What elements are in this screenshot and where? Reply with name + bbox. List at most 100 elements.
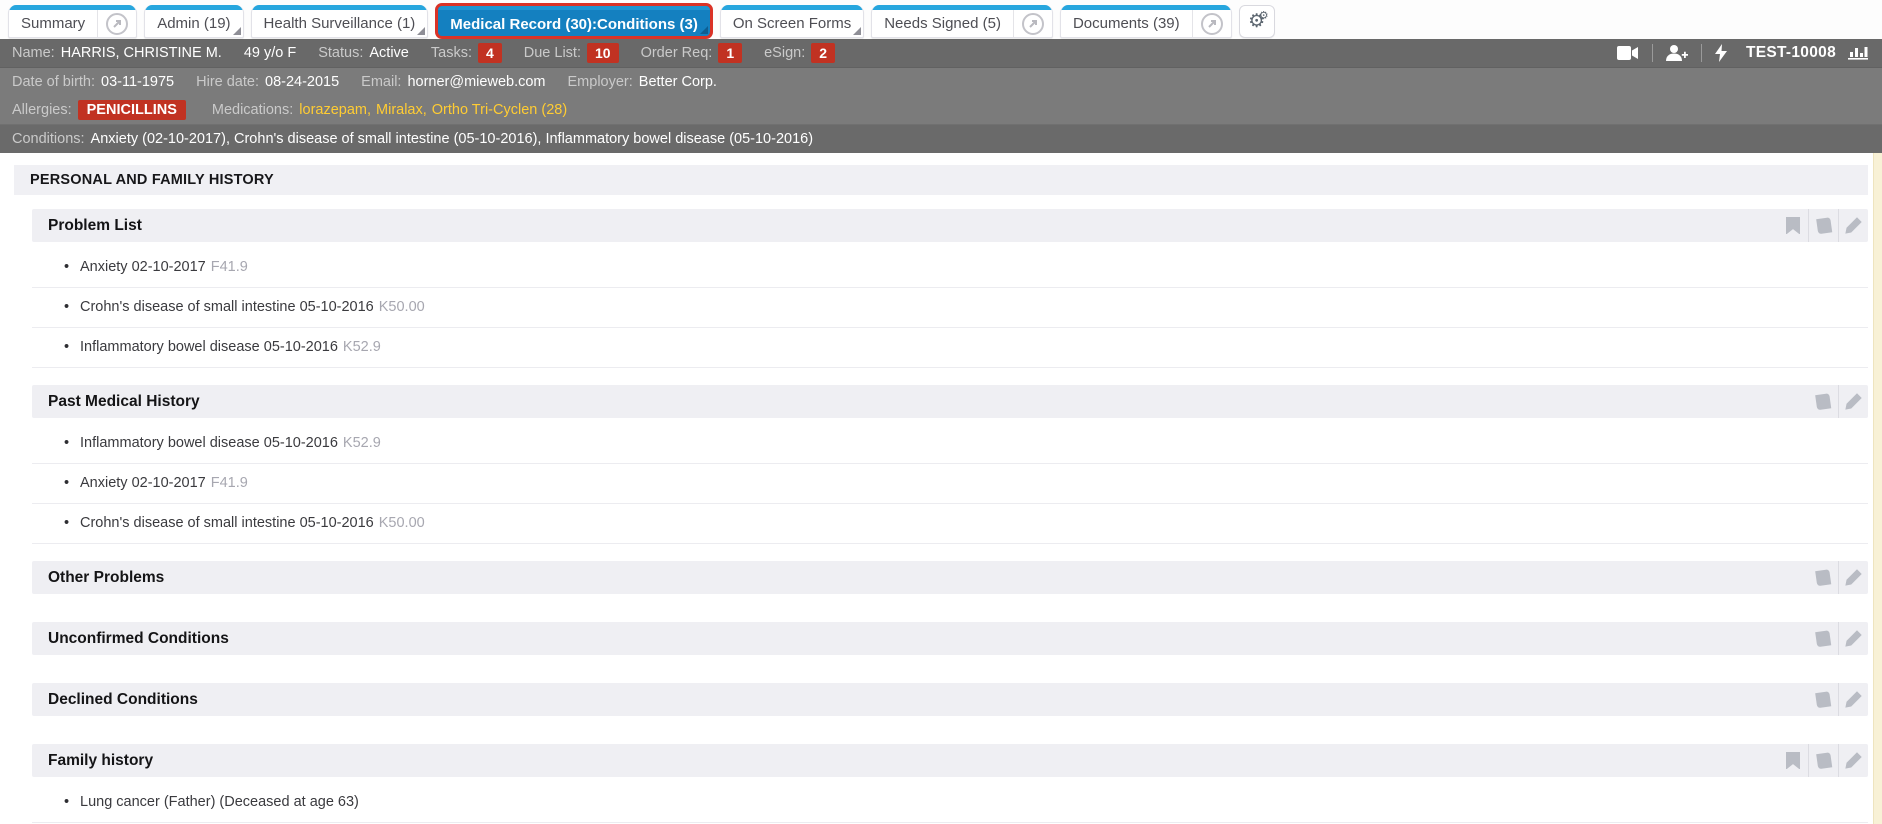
medication-link[interactable]: Miralax, [376, 102, 427, 118]
list-item[interactable]: Lung cancer (Father) (Deceased at age 63… [32, 783, 1868, 823]
patient-hire-date: 08-24-2015 [265, 74, 340, 90]
allergy-penicillins-badge[interactable]: PENICILLINS [77, 100, 186, 120]
patient-email: horner@mieweb.com [407, 74, 546, 90]
due-list-label: Due List: [523, 45, 581, 61]
quick-action-button[interactable] [1702, 44, 1740, 62]
journal-button[interactable] [1808, 209, 1838, 242]
section-title: Family history [48, 751, 154, 769]
list-item[interactable]: Inflammatory bowel disease 05-10-2016K52… [32, 424, 1868, 464]
tab-medical-record-conditions[interactable]: Medical Record (30):Conditions (3) [435, 3, 713, 39]
medications-label: Medications: [211, 102, 294, 118]
open-in-new-window-button[interactable] [97, 5, 136, 37]
patient-demographics-row: Date of birth: 03-11-1975 Hire date: 08-… [0, 68, 1882, 96]
past-medical-history-items: Inflammatory bowel disease 05-10-2016K52… [32, 424, 1868, 544]
list-item[interactable]: Anxiety 02-10-2017F41.9 [32, 464, 1868, 504]
journal-button[interactable] [1808, 744, 1838, 777]
patient-summary-row: Name: HARRIS, CHRISTINE M. 49 y/o F Stat… [0, 39, 1882, 68]
tab-on-screen-forms[interactable]: On Screen Forms [719, 5, 865, 38]
tab-admin[interactable]: Admin (19) [144, 5, 244, 38]
bookmark-button[interactable] [1778, 744, 1808, 777]
chart-tab-bar: Summary Admin (19) Health Surveillance (… [0, 0, 1882, 39]
book-icon [1815, 217, 1832, 234]
edit-button[interactable] [1838, 209, 1868, 242]
edit-button[interactable] [1838, 561, 1868, 594]
section-declined-conditions: Declined Conditions [32, 683, 1868, 716]
section-title: Other Problems [48, 568, 165, 586]
book-icon [1815, 393, 1832, 410]
section-actions [1808, 385, 1868, 418]
section-actions [1808, 622, 1868, 655]
book-icon [1815, 752, 1832, 769]
video-camera-icon [1616, 46, 1638, 60]
hire-date-label: Hire date: [196, 74, 259, 90]
family-history-items: Lung cancer (Father) (Deceased at age 63… [32, 783, 1868, 823]
edit-button[interactable] [1838, 744, 1868, 777]
patient-age-sex: 49 y/o F [243, 45, 297, 61]
tasks-count-badge[interactable]: 4 [477, 43, 502, 63]
list-item[interactable]: Crohn's disease of small intestine 05-10… [32, 288, 1868, 328]
esign-label: eSign: [764, 45, 806, 61]
tasks-label: Tasks: [430, 45, 472, 61]
icd-code: K50.00 [378, 515, 425, 531]
edit-button[interactable] [1838, 622, 1868, 655]
scrollbar-track[interactable] [1873, 153, 1882, 824]
email-label: Email: [361, 74, 402, 90]
tab-health-surveillance-label: Health Surveillance (1) [263, 15, 416, 32]
edit-button[interactable] [1838, 385, 1868, 418]
list-item[interactable]: Anxiety 02-10-2017F41.9 [32, 248, 1868, 288]
journal-button[interactable] [1808, 385, 1838, 418]
book-icon [1815, 691, 1832, 708]
conditions-row: Conditions: Anxiety (02-10-2017), Crohn'… [0, 124, 1882, 153]
pencil-icon [1845, 630, 1862, 647]
icd-code: F41.9 [210, 475, 248, 491]
section-actions [1808, 561, 1868, 594]
tab-needs-signed-label: Needs Signed (5) [884, 15, 1001, 32]
section-actions [1808, 683, 1868, 716]
esign-count-badge[interactable]: 2 [811, 43, 836, 63]
condition-text: Anxiety 02-10-2017 [80, 475, 206, 491]
medication-link[interactable]: Ortho Tri-Cyclen (28) [432, 102, 567, 118]
section-family-history: Family history Lung cancer (Father) (Dec… [32, 744, 1868, 823]
bookmark-button[interactable] [1778, 209, 1808, 242]
conditions-content: PERSONAL AND FAMILY HISTORY Problem List [0, 153, 1882, 823]
tab-settings-button[interactable]: ⚙ ⚙ [1238, 5, 1275, 38]
tab-documents-label: Documents (39) [1072, 15, 1180, 32]
tab-medical-record-label: Medical Record (30):Conditions (3) [450, 15, 698, 33]
book-icon [1815, 569, 1832, 586]
list-item[interactable]: Crohn's disease of small intestine 05-10… [32, 504, 1868, 544]
add-person-button[interactable] [1653, 45, 1701, 61]
video-visit-button[interactable] [1604, 46, 1652, 60]
order-req-count-badge[interactable]: 1 [718, 43, 743, 63]
external-link-icon [1021, 12, 1044, 35]
open-in-new-window-button[interactable] [1191, 5, 1231, 37]
order-req-label: Order Req: [640, 45, 713, 61]
edit-button[interactable] [1838, 683, 1868, 716]
medication-link[interactable]: lorazepam, [299, 102, 371, 118]
condition-text: Crohn's disease of small intestine 05-10… [80, 515, 374, 531]
patient-chart-id: TEST-10008 [1745, 44, 1836, 61]
open-in-new-window-button[interactable] [1012, 5, 1052, 37]
tab-health-surveillance[interactable]: Health Surveillance (1) [250, 5, 429, 38]
tab-documents[interactable]: Documents (39) [1059, 5, 1232, 38]
tab-admin-label: Admin (19) [157, 15, 231, 32]
conditions-label: Conditions: [12, 131, 85, 147]
section-header: Family history [32, 744, 1868, 777]
patient-chart-stats-button[interactable] [1846, 45, 1870, 61]
section-header: Past Medical History [32, 385, 1868, 418]
tab-summary-label: Summary [21, 15, 86, 32]
pencil-icon [1845, 752, 1862, 769]
tab-summary[interactable]: Summary [8, 5, 138, 38]
list-item[interactable]: Inflammatory bowel disease 05-10-2016K52… [32, 328, 1868, 368]
journal-button[interactable] [1808, 561, 1838, 594]
tab-needs-signed[interactable]: Needs Signed (5) [871, 5, 1053, 38]
journal-button[interactable] [1808, 622, 1838, 655]
section-other-problems: Other Problems [32, 561, 1868, 594]
pencil-icon [1845, 569, 1862, 586]
due-list-count-badge[interactable]: 10 [587, 43, 619, 63]
section-actions [1778, 209, 1868, 242]
book-icon [1815, 630, 1832, 647]
icd-code: K50.00 [378, 299, 425, 315]
condition-text: Anxiety 02-10-2017 [80, 259, 206, 275]
lightning-bolt-icon [1714, 44, 1727, 62]
journal-button[interactable] [1808, 683, 1838, 716]
